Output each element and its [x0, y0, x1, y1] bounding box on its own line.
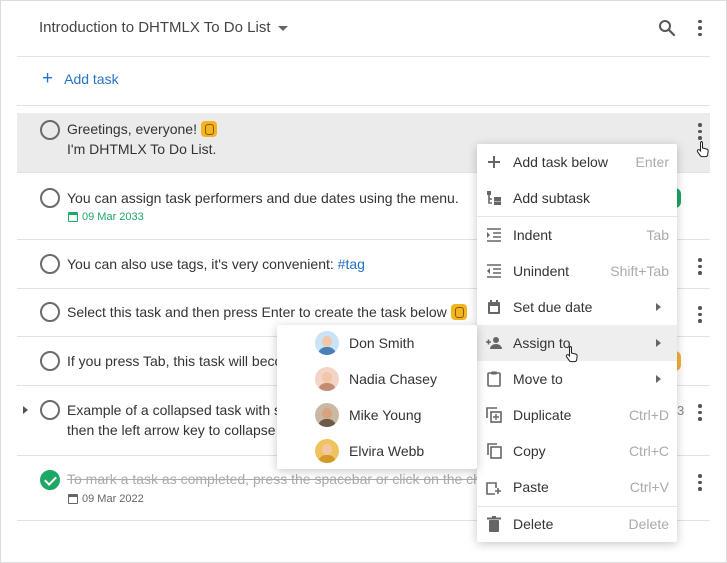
task-text-line2: I'm DHTMLX To Do List.: [67, 141, 217, 157]
due-date: 09 Mar 2022: [68, 493, 144, 505]
submenu-arrow-icon: [656, 303, 661, 311]
waving-hand-icon: [200, 121, 217, 137]
task-text-line2: then the left arrow key to collapse: [67, 422, 276, 438]
add-task-button[interactable]: + Add task: [42, 68, 119, 89]
menu-item-unindent[interactable]: Unindent Shift+Tab: [477, 253, 677, 289]
calendar-icon: [68, 494, 78, 504]
add-task-label: Add task: [64, 71, 119, 87]
clipboard-icon: [485, 370, 503, 388]
task-text: Example of a collapsed task with s: [67, 402, 281, 418]
menu-item-duplicate[interactable]: Duplicate Ctrl+D: [477, 397, 677, 433]
hand-cursor-icon: [565, 346, 578, 363]
menu-item-move-to[interactable]: Move to: [477, 361, 677, 397]
paste-icon: [485, 478, 503, 496]
menu-item-set-due-date[interactable]: Set due date: [477, 289, 677, 325]
assignee-option[interactable]: Nadia Chasey: [277, 361, 477, 397]
submenu-arrow-icon: [656, 375, 661, 383]
task-text: You can assign task performers and due d…: [67, 190, 459, 206]
calendar-icon: [485, 298, 503, 316]
context-menu: Add task below Enter Add subtask Indent …: [477, 144, 677, 542]
task-menu-icon[interactable]: [698, 306, 702, 323]
task-text: To mark a task as completed, press the s…: [67, 471, 481, 487]
menu-item-indent[interactable]: Indent Tab: [477, 217, 677, 253]
assignee-option[interactable]: Elvira Webb: [277, 433, 477, 469]
unindent-icon: [485, 262, 503, 280]
project-title: Introduction to DHTMLX To Do List: [39, 19, 271, 36]
assignee-option[interactable]: Don Smith: [277, 325, 477, 361]
task-text: You can also use tags, it's very conveni…: [67, 256, 365, 272]
task-menu-icon[interactable]: [698, 123, 702, 140]
task-checkbox[interactable]: [40, 351, 60, 371]
search-icon[interactable]: [657, 18, 677, 38]
caret-down-icon: [277, 26, 288, 31]
toolbar: Introduction to DHTMLX To Do List: [17, 0, 710, 57]
avatar: [315, 367, 339, 391]
avatar: [315, 403, 339, 427]
task-tag[interactable]: #tag: [338, 256, 365, 272]
menu-item-copy[interactable]: Copy Ctrl+C: [477, 433, 677, 469]
task-menu-icon[interactable]: [698, 404, 702, 421]
copy-icon: [485, 442, 503, 460]
menu-item-add-subtask[interactable]: Add subtask: [477, 180, 677, 216]
task-checkbox[interactable]: [40, 400, 60, 420]
calendar-icon: [68, 212, 78, 222]
pointing-down-icon: [450, 304, 467, 320]
more-menu-icon[interactable]: [690, 18, 710, 38]
menu-item-delete[interactable]: Delete Delete: [477, 506, 677, 542]
assignee-option[interactable]: Mike Young: [277, 397, 477, 433]
avatar: [315, 331, 339, 355]
task-text: Select this task and then press Enter to…: [67, 302, 467, 322]
task-checkbox[interactable]: [40, 302, 60, 322]
avatar: [315, 439, 339, 463]
expand-arrow-icon[interactable]: [23, 406, 28, 414]
plus-icon: [485, 153, 503, 171]
task-checkbox-checked[interactable]: [40, 470, 60, 490]
plus-icon: +: [42, 68, 54, 89]
task-checkbox[interactable]: [40, 120, 60, 140]
task-text: If you press Tab, this task will beco: [67, 353, 283, 369]
hand-cursor-icon: [696, 141, 709, 158]
task-text: Greetings, everyone!: [67, 119, 217, 139]
assign-submenu: Don Smith Nadia Chasey Mike Young Elvira…: [277, 325, 477, 469]
task-checkbox[interactable]: [40, 254, 60, 274]
submenu-arrow-icon: [656, 339, 661, 347]
trash-icon: [485, 515, 503, 533]
subtask-icon: [485, 189, 503, 207]
indent-icon: [485, 226, 503, 244]
task-menu-icon[interactable]: [698, 474, 702, 491]
people-icon: [485, 334, 503, 352]
duplicate-icon: [485, 406, 503, 424]
task-menu-icon[interactable]: [698, 258, 702, 275]
menu-item-paste[interactable]: Paste Ctrl+V: [477, 469, 677, 505]
menu-item-add-task-below[interactable]: Add task below Enter: [477, 144, 677, 180]
task-checkbox[interactable]: [40, 188, 60, 208]
due-date: 09 Mar 2033: [68, 211, 144, 223]
divider: [17, 105, 710, 106]
project-selector[interactable]: Introduction to DHTMLX To Do List: [39, 19, 288, 36]
subtask-count: 3: [677, 403, 685, 418]
